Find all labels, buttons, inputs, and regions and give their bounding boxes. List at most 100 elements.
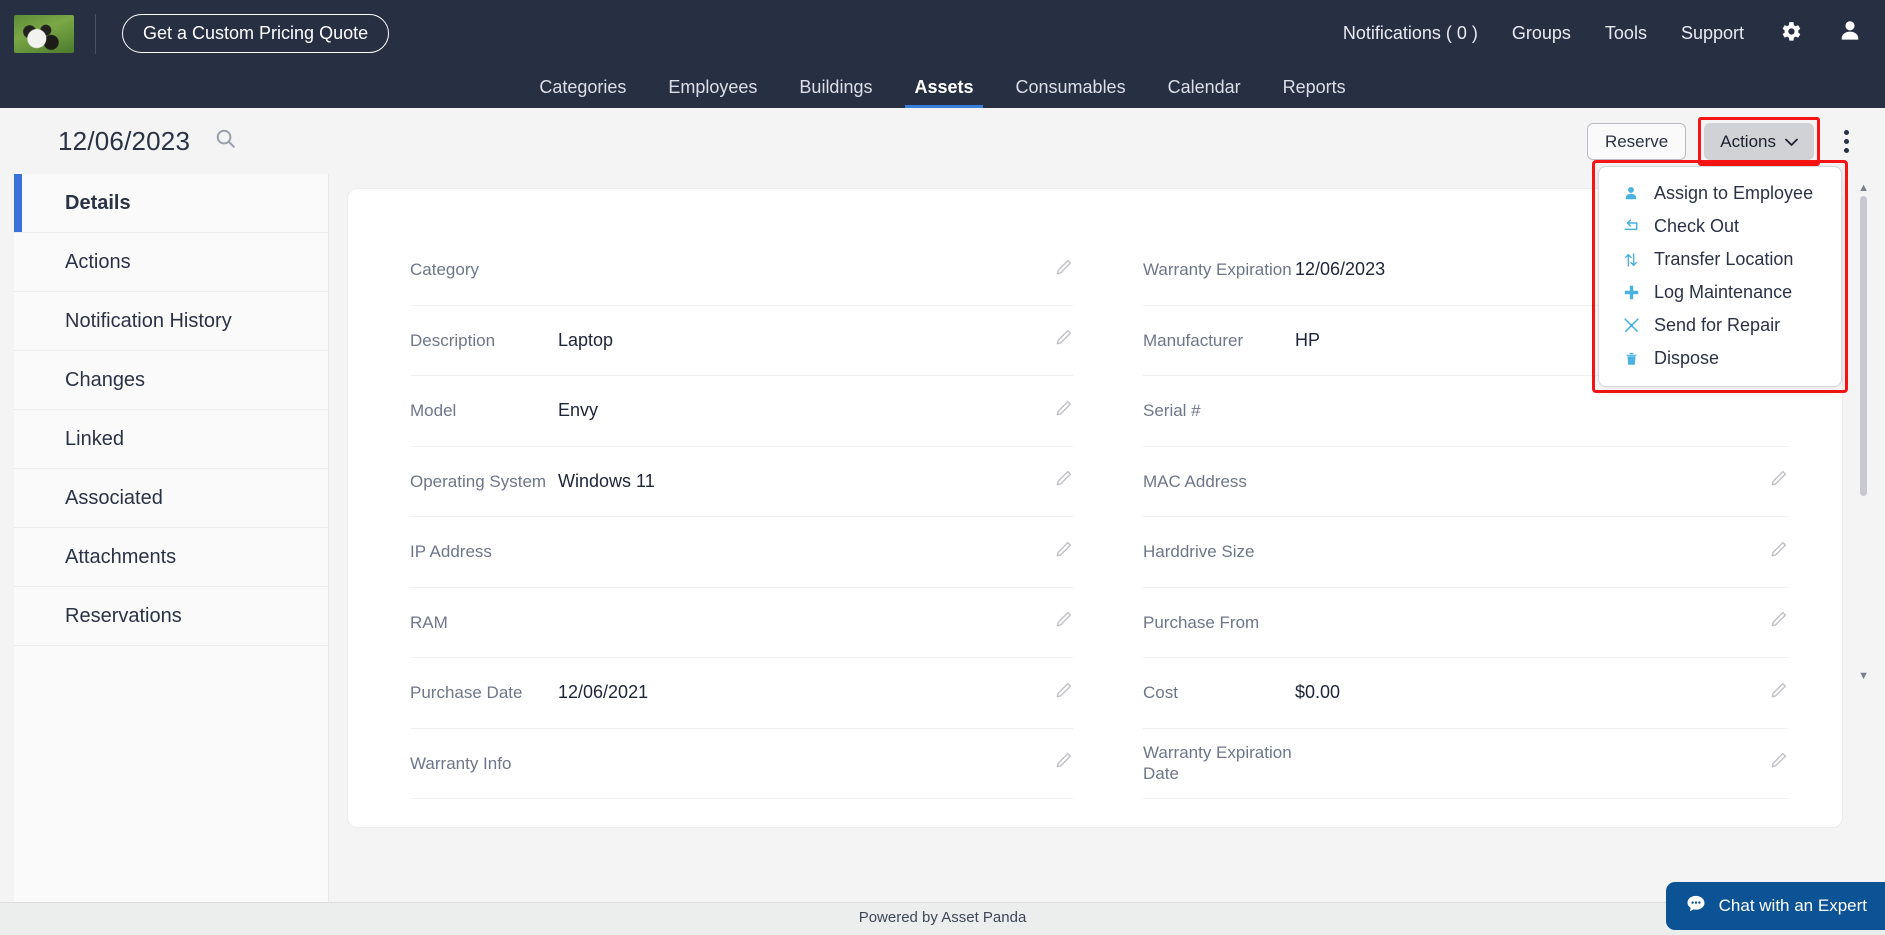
field-value: $0.00 bbox=[1295, 682, 1341, 703]
check-out-arrow-icon bbox=[1621, 218, 1641, 235]
detail-sidebar: Details Actions Notification History Cha… bbox=[14, 174, 329, 902]
sidebar-item-linked[interactable]: Linked bbox=[14, 410, 328, 469]
sidebar-item-actions[interactable]: Actions bbox=[14, 233, 328, 292]
page-footer: Powered by Asset Panda bbox=[0, 902, 1885, 935]
chat-bubble-icon bbox=[1686, 895, 1706, 917]
nav-tab-buildings[interactable]: Buildings bbox=[778, 67, 893, 108]
field-operating-system: Operating System Windows 11 bbox=[410, 447, 1073, 517]
chat-with-expert-button[interactable]: Chat with an Expert bbox=[1665, 882, 1885, 930]
field-label: Warranty Expiration Date bbox=[1143, 743, 1292, 784]
chevron-down-icon bbox=[1785, 133, 1798, 150]
notifications-link[interactable]: Notifications ( 0 ) bbox=[1343, 23, 1478, 44]
menu-item-dispose[interactable]: Dispose bbox=[1599, 342, 1841, 375]
field-harddrive-size: Harddrive Size bbox=[1143, 517, 1788, 588]
edit-pencil-icon[interactable] bbox=[1054, 328, 1073, 352]
content-scrollbar-thumb[interactable] bbox=[1860, 196, 1867, 496]
field-warranty-info: Warranty Info bbox=[410, 729, 1073, 799]
top-bar-right: Notifications ( 0 ) Groups Tools Support bbox=[1343, 18, 1885, 49]
field-cost: Cost $0.00 bbox=[1143, 658, 1788, 729]
field-description: Description Laptop bbox=[410, 306, 1073, 376]
menu-item-transfer-location[interactable]: Transfer Location bbox=[1599, 243, 1841, 276]
edit-pencil-icon[interactable] bbox=[1054, 399, 1073, 423]
edit-pencil-icon[interactable] bbox=[1769, 681, 1788, 705]
edit-pencil-icon[interactable] bbox=[1054, 469, 1073, 493]
field-warranty-expiration-date: Warranty Expiration Date bbox=[1143, 729, 1788, 799]
field-category: Category bbox=[410, 235, 1073, 306]
edit-pencil-icon[interactable] bbox=[1769, 540, 1788, 564]
field-label: Operating System bbox=[410, 471, 547, 491]
sidebar-item-reservations[interactable]: Reservations bbox=[14, 587, 328, 646]
menu-item-check-out[interactable]: Check Out bbox=[1599, 210, 1841, 243]
page-title-date: 12/06/2023 bbox=[58, 125, 191, 156]
edit-pencil-icon[interactable] bbox=[1054, 751, 1073, 775]
edit-pencil-icon[interactable] bbox=[1054, 681, 1073, 705]
header-action-buttons: Reserve Actions bbox=[1586, 116, 1871, 166]
edit-pencil-icon[interactable] bbox=[1769, 610, 1788, 634]
field-label: Cost bbox=[1143, 683, 1178, 703]
field-model: Model Envy bbox=[410, 376, 1073, 447]
asset-detail-page: 12/06/2023 Reserve Actions Assign to Emp… bbox=[14, 108, 1871, 902]
get-custom-pricing-quote-button[interactable]: Get a Custom Pricing Quote bbox=[122, 14, 390, 53]
field-label: Purchase From bbox=[1143, 612, 1260, 632]
groups-link[interactable]: Groups bbox=[1512, 23, 1571, 44]
edit-pencil-icon[interactable] bbox=[1054, 540, 1073, 564]
support-link[interactable]: Support bbox=[1681, 23, 1744, 44]
nav-tab-consumables[interactable]: Consumables bbox=[995, 67, 1147, 108]
nav-tab-employees[interactable]: Employees bbox=[647, 67, 778, 108]
menu-item-label: Transfer Location bbox=[1654, 249, 1794, 269]
field-value: Windows 11 bbox=[558, 470, 655, 491]
menu-item-log-maintenance[interactable]: Log Maintenance bbox=[1599, 276, 1841, 309]
search-icon[interactable] bbox=[214, 127, 237, 155]
actions-button-highlight: Actions bbox=[1698, 116, 1820, 166]
more-options-icon[interactable] bbox=[1834, 124, 1859, 159]
edit-pencil-icon[interactable] bbox=[1769, 469, 1788, 493]
scroll-down-arrow[interactable]: ▼ bbox=[1858, 670, 1869, 682]
scroll-up-arrow[interactable]: ▲ bbox=[1858, 182, 1869, 194]
powered-by-label: Powered by Asset Panda bbox=[858, 909, 1027, 926]
field-label: MAC Address bbox=[1143, 471, 1247, 491]
menu-item-send-for-repair[interactable]: Send for Repair bbox=[1599, 309, 1841, 342]
field-label: Warranty Expiration bbox=[1143, 260, 1292, 280]
field-label: Category bbox=[410, 260, 479, 280]
menu-item-label: Assign to Employee bbox=[1654, 183, 1814, 203]
menu-item-assign-to-employee[interactable]: Assign to Employee bbox=[1599, 177, 1841, 210]
trash-icon bbox=[1621, 350, 1641, 367]
panda-logo[interactable] bbox=[14, 14, 74, 53]
field-value: Laptop bbox=[558, 329, 614, 350]
main-navigation: Categories Employees Buildings Assets Co… bbox=[0, 67, 1885, 108]
details-left-column: Category Description Laptop Model Envy O… bbox=[348, 189, 1095, 827]
gear-icon[interactable] bbox=[1778, 19, 1803, 49]
user-avatar-icon[interactable] bbox=[1837, 18, 1863, 49]
transfer-arrows-icon bbox=[1621, 251, 1641, 269]
sidebar-item-associated[interactable]: Associated bbox=[14, 469, 328, 528]
menu-item-label: Log Maintenance bbox=[1654, 282, 1793, 302]
reserve-button[interactable]: Reserve bbox=[1586, 122, 1687, 160]
edit-pencil-icon[interactable] bbox=[1769, 751, 1788, 775]
sidebar-item-notification-history[interactable]: Notification History bbox=[14, 292, 328, 351]
nav-tab-reports[interactable]: Reports bbox=[1262, 67, 1367, 108]
field-label: RAM bbox=[410, 612, 448, 632]
actions-button[interactable]: Actions bbox=[1704, 122, 1814, 160]
sidebar-item-details[interactable]: Details bbox=[14, 174, 328, 233]
field-label: Warranty Info bbox=[410, 753, 512, 773]
field-label: Description bbox=[410, 330, 496, 350]
nav-tab-calendar[interactable]: Calendar bbox=[1147, 67, 1262, 108]
field-label: Purchase Date bbox=[410, 683, 523, 703]
logo-divider bbox=[95, 13, 96, 54]
person-icon bbox=[1621, 185, 1641, 202]
field-value: 12/06/2021 bbox=[558, 682, 649, 703]
top-bar: Get a Custom Pricing Quote Notifications… bbox=[0, 0, 1885, 67]
field-label: IP Address bbox=[410, 542, 492, 562]
edit-pencil-icon[interactable] bbox=[1054, 610, 1073, 634]
tools-link[interactable]: Tools bbox=[1605, 23, 1647, 44]
field-mac-address: MAC Address bbox=[1143, 447, 1788, 517]
field-value: Envy bbox=[558, 400, 599, 421]
edit-pencil-icon[interactable] bbox=[1054, 258, 1073, 282]
field-label: Model bbox=[410, 401, 457, 421]
menu-item-label: Dispose bbox=[1654, 348, 1720, 368]
field-label: Harddrive Size bbox=[1143, 542, 1255, 562]
nav-tab-categories[interactable]: Categories bbox=[518, 67, 647, 108]
nav-tab-assets[interactable]: Assets bbox=[893, 67, 994, 108]
sidebar-item-attachments[interactable]: Attachments bbox=[14, 528, 328, 587]
sidebar-item-changes[interactable]: Changes bbox=[14, 351, 328, 410]
